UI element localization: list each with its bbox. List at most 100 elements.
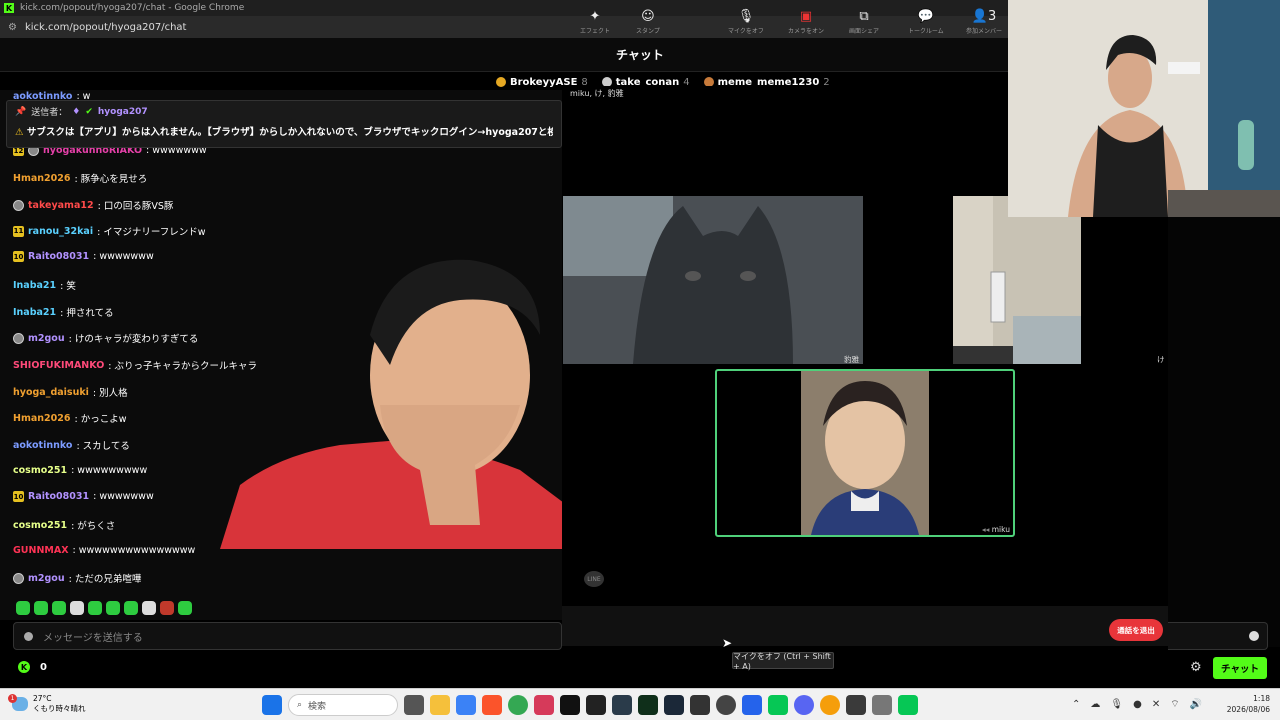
chat-username[interactable]: m2gou (28, 333, 65, 344)
chrome-icon[interactable] (508, 695, 528, 715)
emote[interactable] (88, 601, 102, 615)
microphone-icon[interactable]: 🎙 (1110, 699, 1123, 710)
talk-room-button[interactable]: 💬 トークルーム (908, 10, 944, 35)
camera-toggle-button[interactable]: ▣ カメラをオン (788, 10, 824, 35)
app-icon[interactable] (742, 695, 762, 715)
chat-username[interactable]: Hman2026 (13, 173, 70, 184)
discord-icon[interactable] (794, 695, 814, 715)
tiktok-icon[interactable] (560, 695, 580, 715)
chat-title: チャット (616, 48, 664, 62)
emote[interactable] (124, 601, 138, 615)
chat-username[interactable]: takeyama12 (28, 200, 94, 211)
windows-taskbar: 1 27°C くもり時々晴れ ⌕ 検索 ⌃ ☁ 🎙 ● ✕ ⌔ 🔊 1:18 2… (0, 688, 1280, 720)
emote[interactable] (52, 601, 66, 615)
app-icon[interactable] (612, 695, 632, 715)
settings-icon[interactable] (872, 695, 892, 715)
chat-text: : スカしてる (76, 441, 130, 452)
chat-username[interactable]: SHIOFUKIMANKO (13, 360, 104, 371)
network-icon[interactable]: ☁ (1090, 699, 1100, 710)
obs-icon[interactable] (716, 695, 736, 715)
url-text[interactable]: kick.com/popout/hyoga207/chat (25, 22, 187, 33)
emote[interactable] (106, 601, 120, 615)
emote[interactable] (70, 601, 84, 615)
brave-icon[interactable] (482, 695, 502, 715)
message-input-end[interactable] (1168, 622, 1268, 650)
chat-username[interactable]: aokotinnko (13, 440, 72, 451)
emote[interactable] (178, 601, 192, 615)
pinned-message[interactable]: 📌 送信者： ♦ ✔ hyoga207 ⚠ サブスクは【アプリ】からは入れません… (6, 100, 562, 148)
chat-message: Hman2026: 豚争心を見せろ (13, 171, 147, 186)
emote[interactable] (160, 601, 174, 615)
video-tile-active-speaker[interactable]: ◂◂ miku (715, 369, 1015, 537)
chat-username[interactable]: Inaba21 (13, 307, 56, 318)
app-icon[interactable] (534, 695, 554, 715)
wifi-icon[interactable]: ⌔ (1170, 698, 1179, 711)
app-icon[interactable] (690, 695, 710, 715)
chat-username[interactable]: Hman2026 (13, 413, 70, 424)
send-chat-button[interactable]: チャット (1213, 657, 1267, 679)
emoji-icon[interactable] (1249, 631, 1259, 641)
emote[interactable] (16, 601, 30, 615)
chat-username[interactable]: Inaba21 (13, 280, 56, 291)
volume-icon[interactable]: 🔊 (1190, 699, 1202, 710)
chevron-up-icon[interactable]: ⌃ (1072, 699, 1080, 710)
chat-username[interactable]: Raito08031 (28, 491, 89, 502)
emote[interactable] (142, 601, 156, 615)
leave-call-button[interactable]: 通話を退出 (1109, 619, 1163, 641)
file-explorer-icon[interactable] (430, 695, 450, 715)
line-icon[interactable] (768, 695, 788, 715)
video-tile-cat[interactable] (563, 196, 863, 364)
chat-username[interactable]: Raito08031 (28, 251, 89, 262)
effects-button[interactable]: ✦ エフェクト (580, 10, 610, 35)
screen-share-button[interactable]: ⧉ 画面シェア (849, 10, 879, 35)
kick-points-count: 0 (40, 661, 47, 673)
chat-username[interactable]: cosmo251 (13, 520, 67, 531)
weather-condition: くもり時々晴れ (33, 704, 86, 713)
site-info-icon[interactable]: ⚙ (8, 22, 17, 33)
app-icon[interactable] (586, 695, 606, 715)
app-icon[interactable] (456, 695, 476, 715)
chat-username[interactable]: ranou_32kai (28, 226, 93, 237)
call-control-bar (562, 606, 1168, 646)
audio-level-icon: ◂◂ (981, 525, 992, 534)
pinned-text: サブスクは【アプリ】からは入れません。【ブラウザ】からしか入れないので、ブラウザ… (26, 127, 553, 138)
message-input[interactable]: メッセージを送信する (13, 622, 562, 650)
stamp-button[interactable]: ☺ スタンプ (636, 10, 660, 35)
app-icon[interactable]: ● (1133, 699, 1142, 710)
speaker-video (801, 371, 929, 535)
streamer-cutout-image (220, 259, 580, 549)
video-tile-room[interactable] (953, 196, 1081, 364)
app-icon[interactable] (820, 695, 840, 715)
subscriber-badge-icon: 10 (13, 251, 24, 262)
chat-username[interactable]: m2gou (28, 573, 65, 584)
app-icon[interactable] (638, 695, 658, 715)
line-watermark: LINE (584, 571, 604, 587)
chat-text: : ただの兄弟喧嘩 (68, 574, 142, 585)
task-view-icon[interactable] (404, 695, 424, 715)
mic-toggle-button[interactable]: 🎙 マイクをオフ (728, 10, 764, 35)
line-icon[interactable] (898, 695, 918, 715)
mouse-cursor-icon: ➤ (722, 636, 733, 650)
chat-text: : がちくさ (71, 521, 116, 532)
message-input-placeholder: メッセージを送信する (43, 632, 143, 644)
chat-username[interactable]: cosmo251 (13, 465, 67, 476)
app-icon[interactable] (846, 695, 866, 715)
settings-gear-icon[interactable]: ⚙ (1190, 660, 1202, 675)
clock[interactable]: 1:18 2026/08/06 (1224, 693, 1270, 715)
steam-icon[interactable] (664, 695, 684, 715)
taskbar-search[interactable]: ⌕ 検索 (288, 694, 398, 716)
emote[interactable] (34, 601, 48, 615)
weather-text: 27°C くもり時々晴れ (33, 694, 86, 714)
weather-widget[interactable]: 1 27°C くもり時々晴れ (8, 694, 86, 714)
subscriber-badge-icon: 11 (13, 225, 24, 237)
windows-start-icon[interactable] (262, 695, 282, 715)
kick-points-icon[interactable]: K (18, 661, 30, 673)
pinned-sender[interactable]: hyoga207 (98, 107, 148, 117)
chat-username[interactable]: GUNNMAX (13, 545, 69, 556)
system-tray: ⌃ ☁ 🎙 ● ✕ ⌔ 🔊 (1072, 698, 1202, 711)
chat-text: : 押されてる (60, 308, 114, 319)
call-members: miku, け, 豹雅 (570, 89, 624, 98)
members-button[interactable]: 👤3 参加メンバー (966, 10, 1002, 35)
app-icon[interactable]: ✕ (1152, 699, 1160, 710)
chat-username[interactable]: hyoga_daisuki (13, 387, 89, 398)
